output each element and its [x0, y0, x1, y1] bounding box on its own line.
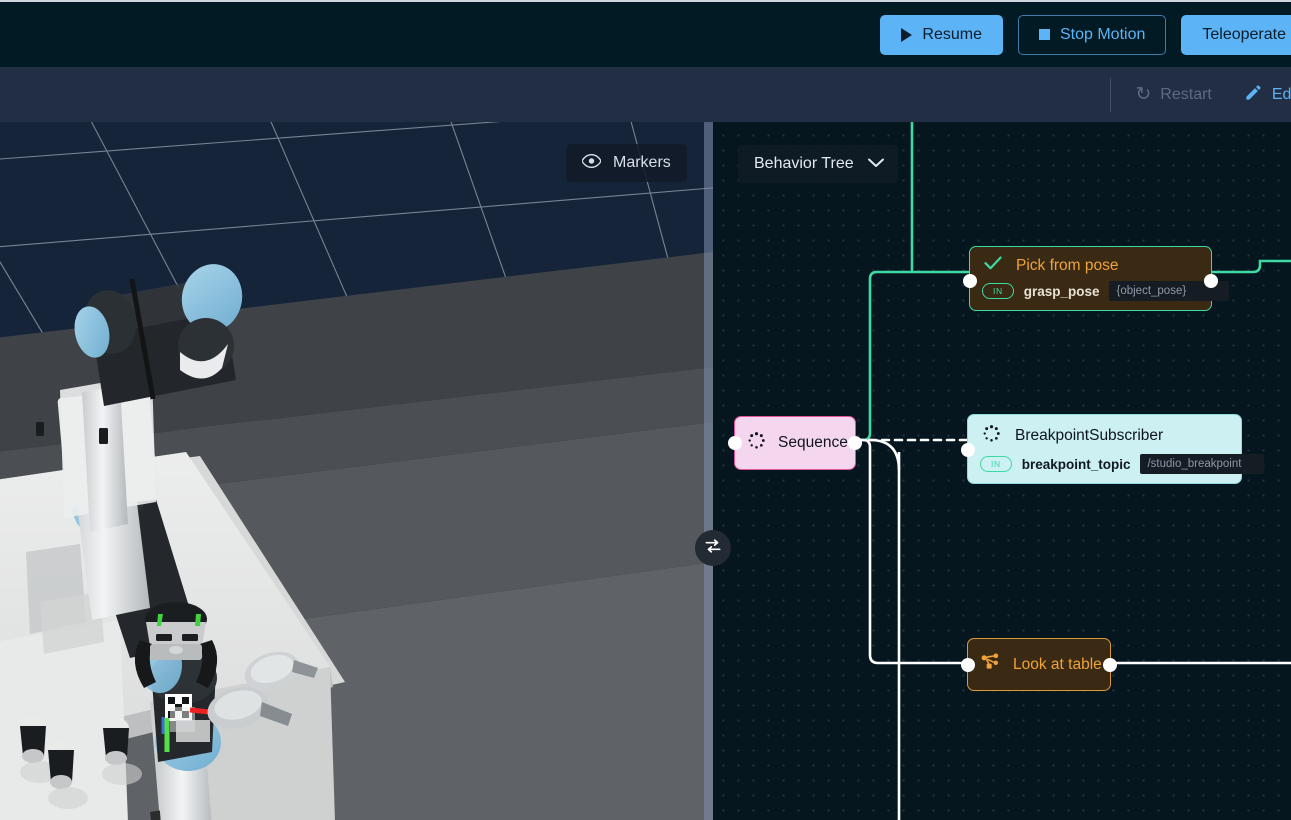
markers-label: Markers [613, 154, 671, 171]
teleoperate-label: Teleoperate [1202, 25, 1286, 43]
node-title: Look at table [1013, 655, 1102, 673]
restart-circular-arrow-icon: ↻ [1135, 84, 1152, 105]
tree-selector-dropdown[interactable]: Behavior Tree [738, 145, 898, 183]
node-title: Sequence [778, 434, 848, 451]
node-sequence[interactable]: Sequence [728, 416, 862, 470]
node-input-port[interactable] [963, 274, 977, 288]
spinner-running-icon [747, 431, 766, 455]
secondary-toolbar-group: ↻ Restart Edi [1110, 77, 1291, 112]
tree-selector-label: Behavior Tree [754, 155, 854, 172]
spinner-running-icon [982, 424, 1001, 448]
restart-label: Restart [1160, 85, 1212, 103]
node-output-port[interactable] [848, 436, 862, 450]
swap-panels-button[interactable] [695, 530, 731, 566]
port-name: breakpoint_topic [1021, 456, 1131, 472]
chevron-down-icon [867, 155, 884, 173]
restart-button[interactable]: ↻ Restart [1119, 78, 1228, 112]
subtree-branch-icon [980, 652, 1000, 677]
node-output-port[interactable] [1103, 657, 1117, 672]
node-output-port[interactable] [1204, 274, 1218, 288]
behavior-tree-canvas[interactable]: Behavior Tree Pick from pose IN grasp_po… [713, 122, 1291, 820]
node-breakpoint-subscriber[interactable]: BreakpointSubscriber IN breakpoint_topic… [961, 414, 1265, 484]
eye-icon [581, 153, 602, 173]
node-title: Pick from pose [1016, 256, 1119, 274]
port-value[interactable]: /studio_breakpoint [1140, 454, 1265, 474]
stop-motion-button[interactable]: Stop Motion [1017, 14, 1167, 55]
node-header: Pick from pose [970, 247, 1211, 281]
robot-3d-viewport[interactable] [0, 122, 713, 820]
markers-toggle-button[interactable]: Markers [566, 144, 687, 182]
port-direction-badge: IN [982, 283, 1014, 299]
stop-square-icon [1038, 29, 1050, 40]
node-header: BreakpointSubscriber [968, 415, 1241, 454]
node-input-port[interactable] [961, 657, 975, 672]
toolbar-button-group: Resume Stop Motion Teleoperate [880, 14, 1291, 55]
edit-label: Edi [1271, 85, 1291, 103]
resume-button[interactable]: Resume [880, 14, 1003, 55]
pencil-icon [1244, 83, 1263, 107]
port-direction-badge: IN [980, 456, 1012, 472]
viewport-resize-handle[interactable] [704, 122, 713, 820]
play-icon [901, 27, 913, 42]
port-name: grasp_pose [1023, 283, 1100, 299]
node-title: BreakpointSubscriber [1015, 427, 1164, 444]
resume-label: Resume [922, 25, 982, 43]
swap-arrows-icon [703, 536, 723, 561]
primary-toolbar: Resume Stop Motion Teleoperate [0, 0, 1291, 67]
robot-scene [0, 122, 713, 820]
teleoperate-button[interactable]: Teleoperate [1181, 14, 1291, 55]
check-success-icon [984, 256, 1002, 275]
node-input-port[interactable] [961, 443, 975, 457]
toolbar-divider [1110, 77, 1112, 112]
node-input-port[interactable] [728, 436, 742, 450]
node-look-at-table[interactable]: Look at table [961, 638, 1117, 691]
secondary-toolbar: ↻ Restart Edi [0, 67, 1291, 122]
node-port-row: IN breakpoint_topic /studio_breakpoint [968, 454, 1265, 483]
edit-button[interactable]: Edi [1228, 78, 1291, 112]
node-port-row: IN grasp_pose {object_pose} [970, 281, 1230, 310]
node-pick-from-pose[interactable]: Pick from pose IN grasp_pose {object_pos… [963, 246, 1230, 311]
app-root: Resume Stop Motion Teleoperate ↻ Restart [0, 0, 1291, 820]
stop-motion-label: Stop Motion [1059, 25, 1146, 43]
